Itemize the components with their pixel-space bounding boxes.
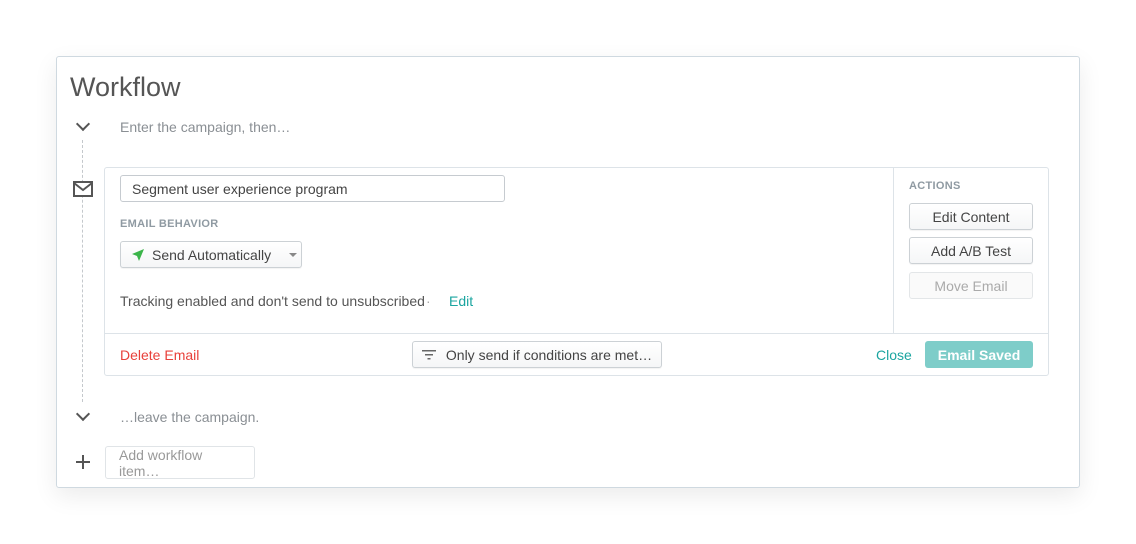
caret-down-icon [289, 252, 298, 257]
edit-content-button[interactable]: Edit Content [909, 203, 1033, 230]
move-email-button[interactable]: Move Email [909, 272, 1033, 299]
envelope-icon [73, 181, 93, 197]
email-behavior-label: EMAIL BEHAVIOR [120, 218, 219, 230]
add-ab-test-button[interactable]: Add A/B Test [909, 237, 1033, 264]
timeline-line [82, 140, 83, 402]
divider [104, 333, 1049, 334]
send-behavior-value: Send Automatically [152, 246, 272, 263]
page-title: Workflow [70, 72, 181, 102]
send-behavior-dropdown[interactable]: Send Automatically [120, 241, 302, 268]
conditions-button[interactable]: Only send if conditions are met… [412, 341, 662, 368]
email-saved-button[interactable]: Email Saved [925, 341, 1033, 368]
email-name-input[interactable] [120, 175, 505, 202]
actions-label: ACTIONS [909, 180, 961, 192]
separator: · [426, 293, 431, 309]
send-icon [132, 248, 144, 261]
tracking-text: Tracking enabled and don't send to unsub… [120, 293, 425, 309]
conditions-label: Only send if conditions are met… [445, 346, 653, 363]
entry-step-text: Enter the campaign, then… [120, 119, 291, 135]
plus-icon[interactable] [76, 455, 90, 469]
exit-step-text: …leave the campaign. [120, 409, 260, 425]
divider [893, 167, 894, 333]
edit-tracking-link[interactable]: Edit [449, 293, 473, 309]
add-workflow-item-input[interactable]: Add workflow item… [105, 446, 255, 479]
delete-email-link[interactable]: Delete Email [120, 347, 199, 363]
filter-icon [421, 349, 436, 359]
close-link[interactable]: Close [876, 347, 912, 363]
